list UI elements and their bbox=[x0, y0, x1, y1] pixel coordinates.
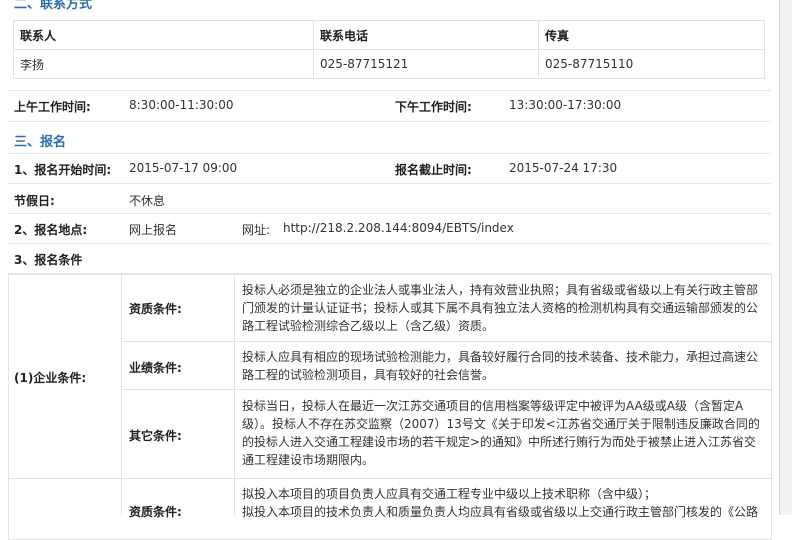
am-hours-value: 8:30:00-11:30:00 bbox=[129, 98, 234, 112]
personnel-qualification-label: 资质条件: bbox=[129, 505, 182, 519]
header-contact-person: 联系人 bbox=[13, 20, 314, 50]
website-link[interactable]: http://218.2.208.144:8094/EBTS/index bbox=[283, 221, 514, 235]
qualification-text: 投标人必须是独立的企业法人或事业法人，持有效营业执照；具有省级或省级以上有关行政… bbox=[242, 281, 758, 335]
pm-hours-label: 下午工作时间: bbox=[395, 100, 472, 114]
text-line: 拟投入本项目的技术负责人和质量负责人均应具有省级或省级以上交通行政主管部门核发的… bbox=[242, 505, 759, 519]
text-line: 投标人应具有相应的现场试验检测能力，具备较好履行合同的技术装备、技术能力，承担过… bbox=[242, 350, 759, 364]
cell-phone: 025-87715121 bbox=[313, 49, 539, 79]
registration-title-row bbox=[7, 121, 771, 154]
contact-table: 联系人 联系电话 传真 李扬 025-87715121 025-87715110 bbox=[13, 20, 765, 79]
divider bbox=[121, 341, 771, 342]
conditions-row bbox=[7, 244, 771, 274]
table-row: 李扬 025-87715121 025-87715110 bbox=[13, 49, 765, 79]
registration-start-label: 1、报名开始时间: bbox=[14, 163, 112, 177]
header-phone: 联系电话 bbox=[313, 20, 539, 50]
registration-end-label: 报名截止时间: bbox=[395, 163, 472, 177]
personnel-qualification-text: 拟投入本项目的项目负责人应具有交通工程专业中级以上技术职称（含中级）； 拟投入本… bbox=[242, 485, 758, 521]
text-line: 级）。投标人不存在苏交监察（2007）13号文《关于印发<江苏省交通厅关于限制违… bbox=[242, 417, 760, 431]
holiday-row bbox=[7, 184, 771, 214]
vertical-scrollbar[interactable] bbox=[780, 0, 792, 515]
text-line: 路工程试验检测综合乙级以上（含乙级）资质。 bbox=[242, 319, 495, 333]
performance-text: 投标人应具有相应的现场试验检测能力，具备较好履行合同的技术装备、技术能力，承担过… bbox=[242, 348, 758, 384]
holiday-label: 节假日: bbox=[14, 194, 55, 208]
conditions-label: 3、报名条件 bbox=[14, 253, 83, 267]
text-line: 拟投入本项目的项目负责人应具有交通工程专业中级以上技术职称（含中级）； bbox=[242, 487, 657, 501]
text-line: 通工程建设市场期限内。 bbox=[242, 453, 375, 467]
qualification-label: 资质条件: bbox=[129, 302, 182, 316]
registration-end-value: 2015-07-24 17:30 bbox=[509, 161, 618, 175]
divider bbox=[121, 389, 771, 390]
website-label: 网址: bbox=[242, 223, 271, 237]
cell-contact-person: 李扬 bbox=[13, 49, 314, 79]
enterprise-conditions-label: (1)企业条件: bbox=[14, 371, 87, 385]
work-hours-row bbox=[7, 90, 771, 122]
holiday-value: 不休息 bbox=[129, 194, 166, 208]
text-line: 路工程的试验检测项目，具有较好的社会信誉。 bbox=[242, 368, 495, 382]
text-line: 投标当日，投标人在最近一次江苏交通项目的信用档案等级评定中被评为AA级或A级（含… bbox=[242, 399, 744, 413]
other-conditions-text: 投标当日，投标人在最近一次江苏交通项目的信用档案等级评定中被评为AA级或A级（含… bbox=[242, 397, 760, 469]
header-fax: 传真 bbox=[538, 20, 765, 50]
pm-hours-value: 13:30:00-17:30:00 bbox=[509, 98, 622, 112]
other-conditions-label: 其它条件: bbox=[129, 429, 182, 443]
table-header-row: 联系人 联系电话 传真 bbox=[13, 20, 765, 50]
registration-start-value: 2015-07-17 09:00 bbox=[129, 161, 238, 175]
section-title-contact: 二、联系方式 bbox=[14, 0, 93, 12]
am-hours-label: 上午工作时间: bbox=[14, 100, 91, 114]
text-line: 投标人必须是独立的企业法人或事业法人，持有效营业执照；具有省级或省级以上有关行政… bbox=[242, 283, 759, 297]
location-value: 网上报名 bbox=[129, 223, 178, 237]
section-title-registration: 三、报名 bbox=[14, 135, 67, 150]
registration-time-row bbox=[7, 154, 771, 184]
cell-fax: 025-87715110 bbox=[538, 49, 765, 79]
location-label: 2、报名地点: bbox=[14, 223, 88, 237]
text-line: 的投标人进入交通工程建设市场的若干规定>的通知》中所述行贿行为而处于被禁止进入江… bbox=[242, 435, 757, 449]
performance-label: 业绩条件: bbox=[129, 361, 182, 375]
text-line: 门颁发的计量认证证书；投标人或其下属不具有独立法人资格的检测机构具有交通运输部颁… bbox=[242, 301, 759, 315]
